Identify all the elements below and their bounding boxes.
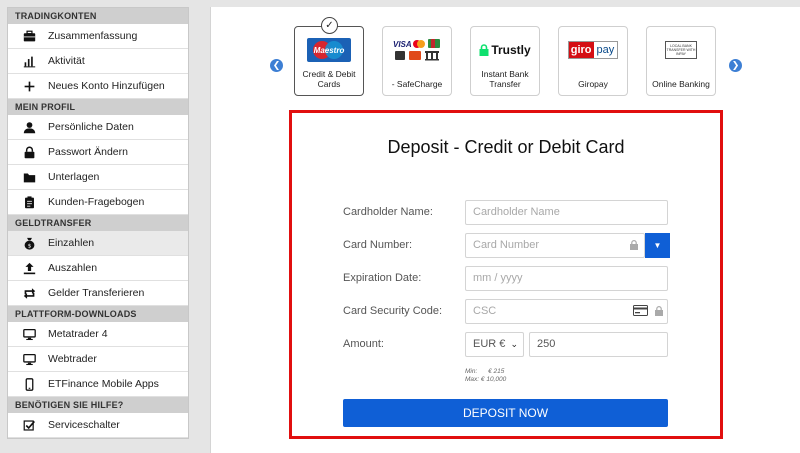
section-header-geldtransfer: Geldtransfer [8,215,188,231]
section-header-tradingkonten: Tradingkonten [8,8,188,24]
sidebar-item-passwort-aendern[interactable]: Passwort Ändern [8,140,188,165]
smartphone-icon [22,377,36,391]
sidebar-item-etfinance-mobile-apps[interactable]: ETFinance Mobile Apps [8,372,188,397]
min-label: Min: [465,368,478,375]
payment-method-label: Instant Bank Transfer [481,69,529,89]
sidebar-item-label: Neues Konto Hinzufügen [48,80,165,92]
max-label: Max: [465,376,480,383]
payment-method-online-banking[interactable]: LOCAL BANK TRANSFER WITH INPAY Online Ba… [646,26,716,96]
sidebar-item-label: Passwort Ändern [48,146,128,158]
main-panel: ❮ ❯ ✓ Maestro Credit & Debit Cards VISA … [210,7,800,453]
cardholder-name-input[interactable]: Cardholder Name [465,200,668,225]
sidebar-item-gelder-transferieren[interactable]: Gelder Transferieren [8,281,188,306]
chevron-down-icon: ⌄ [510,339,518,349]
cardholder-row: Cardholder Name: Cardholder Name [343,200,673,225]
sidebar-item-label: Einzahlen [48,237,95,249]
monitor-icon [22,352,36,366]
transfer-icon [22,286,36,300]
section-header-mein-profil: Mein Profil [8,99,188,115]
sidebar-item-zusammenfassung[interactable]: Zusammenfassung [8,24,188,49]
sidebar-item-einzahlen[interactable]: $ Einzahlen [8,231,188,256]
sidebar-item-aktivitaet[interactable]: Aktivität [8,49,188,74]
max-value: € 10,000 [480,376,507,383]
sidebar-item-label: Unterlagen [48,171,100,183]
checkmark-icon: ✓ [321,17,338,34]
sidebar-item-unterlagen[interactable]: Unterlagen [8,165,188,190]
payment-method-safecharge[interactable]: VISA - SafeCharge [382,26,452,96]
currency-select[interactable]: EUR € ⌄ [465,332,524,357]
sidebar-item-label: ETFinance Mobile Apps [48,378,159,390]
plus-icon [22,79,36,93]
sidebar: Tradingkonten Zusammenfassung Aktivität … [7,7,189,439]
csc-row: Card Security Code: CSC [343,299,673,324]
payment-method-credit-debit[interactable]: ✓ Maestro Credit & Debit Cards [294,17,364,96]
svg-text:$: $ [27,243,31,249]
csc-label: Card Security Code: [343,305,443,317]
lock-icon [22,145,36,159]
lock-icon [655,306,663,316]
carousel-prev-button[interactable]: ❮ [270,59,283,72]
sidebar-item-neues-konto[interactable]: Neues Konto Hinzufügen [8,74,188,99]
lock-icon [630,240,638,250]
payment-method-label: Giropay [578,79,608,89]
sidebar-item-label: Kunden-Fragebogen [48,196,145,208]
deposit-now-button[interactable]: DEPOSIT NOW [343,399,668,427]
sidebar-item-label: Serviceschalter [48,419,120,431]
card-number-input[interactable]: Card Number [465,233,645,258]
form-title: Deposit - Credit or Debit Card [387,137,625,157]
min-value: € 215 [488,368,505,375]
sidebar-item-label: Metatrader 4 [48,328,108,340]
amount-input[interactable]: 250 [529,332,668,357]
sidebar-item-serviceschalter[interactable]: Serviceschalter [8,413,188,438]
deposit-form: Deposit - Credit or Debit Card Cardholde… [289,110,723,439]
sidebar-item-label: Zusammenfassung [48,30,138,42]
payment-method-label: - SafeCharge [391,79,443,89]
svg-text:VISA: VISA [393,40,412,49]
cardholder-label: Cardholder Name: [343,206,433,218]
folder-icon [22,170,36,184]
bar-chart-icon [22,54,36,68]
briefcase-icon [22,29,36,43]
sidebar-item-label: Aktivität [48,55,85,67]
section-header-plattform-downloads: Plattform-Downloads [8,306,188,322]
payment-method-trustly[interactable]: Trustly Instant Bank Transfer [470,26,540,96]
expiration-date-input[interactable]: mm / yyyy [465,266,668,291]
section-header-hilfe: Benötigen Sie Hilfe? [8,397,188,413]
user-icon [22,120,36,134]
payment-method-label: Credit & Debit Cards [302,69,356,89]
sidebar-item-label: Auszahlen [48,262,98,274]
card-number-label: Card Number: [343,239,413,251]
sidebar-item-label: Webtrader [48,353,97,365]
inpay-logo: LOCAL BANK TRANSFER WITH INPAY [647,35,715,65]
checkbox-icon [22,418,36,432]
expiration-row: Expiration Date: mm / yyyy [343,266,673,291]
sidebar-item-metatrader-4[interactable]: Metatrader 4 [8,322,188,347]
sidebar-item-webtrader[interactable]: Webtrader [8,347,188,372]
sidebar-item-label: Persönliche Daten [48,121,134,133]
sidebar-item-label: Gelder Transferieren [48,287,145,299]
payment-method-giropay[interactable]: giro pay Giropay [558,26,628,96]
clipboard-icon [22,195,36,209]
amount-label: Amount: [343,338,384,350]
credit-card-icon [633,305,648,316]
card-type-dropdown-button[interactable]: ▼ [645,233,670,258]
carousel-next-button[interactable]: ❯ [729,59,742,72]
maestro-logo: Maestro [295,35,363,65]
amount-row: Amount: EUR € ⌄ 250 [343,332,673,357]
trustly-logo: Trustly [471,35,539,65]
expiration-label: Expiration Date: [343,272,422,284]
amount-limits: Min: € 215 Max: € 10,000 [465,368,506,384]
upload-icon [22,261,36,275]
monitor-icon [22,327,36,341]
money-bag-icon: $ [22,236,36,250]
payment-method-label: Online Banking [652,79,710,89]
card-number-row: Card Number: Card Number ▼ [343,233,673,258]
sidebar-item-persoenliche-daten[interactable]: Persönliche Daten [8,115,188,140]
card-logos: VISA [383,35,451,65]
sidebar-item-auszahlen[interactable]: Auszahlen [8,256,188,281]
giropay-logo: giro pay [559,35,627,65]
sidebar-item-kunden-fragebogen[interactable]: Kunden-Fragebogen [8,190,188,215]
